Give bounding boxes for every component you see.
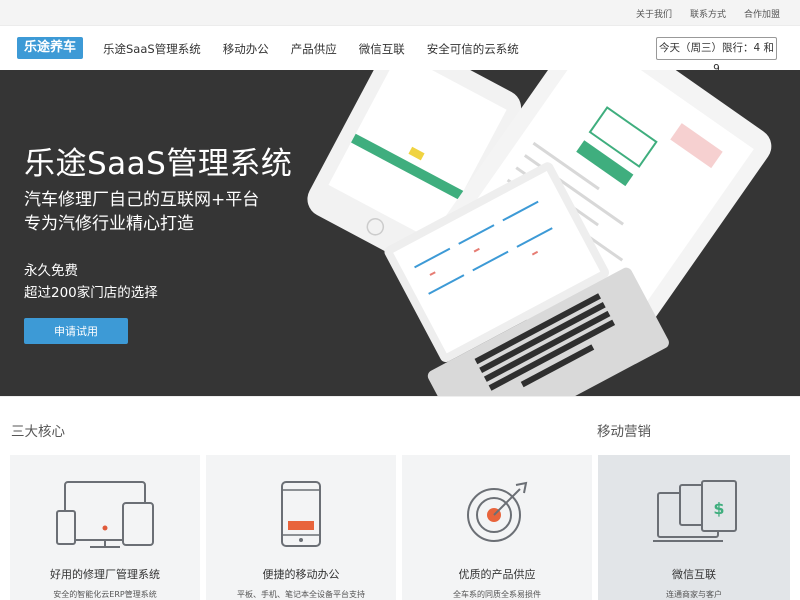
- main-navbar: 乐途养车 乐途SaaS管理系统 移动办公 产品供应 微信互联 安全可信的云系统 …: [0, 26, 800, 75]
- feature-card-supply[interactable]: 优质的产品供应 全车系的同质全系易损件: [402, 455, 592, 600]
- feature-card-wechat[interactable]: $ 微信互联 连通商家与客户: [598, 455, 790, 600]
- feature-card-erp[interactable]: 好用的修理厂管理系统 安全的智能化云ERP管理系统: [10, 455, 200, 600]
- top-utility-bar: 关于我们 联系方式 合作加盟: [0, 0, 800, 26]
- devices-icon: [56, 481, 154, 548]
- section-title-marketing: 移动营销: [597, 424, 651, 440]
- hero-subtitle-line-2: 专为汽修行业精心打造: [24, 214, 194, 234]
- phone-icon: [281, 481, 321, 547]
- hero-banner: 乐途SaaS管理系统 汽车修理厂自己的互联网+平台 专为汽修行业精心打造 永久免…: [0, 70, 800, 396]
- hero-title: 乐途SaaS管理系统: [24, 146, 293, 182]
- card-desc: 平板、手机、笔记本全设备平台支持: [237, 590, 365, 599]
- card-desc: 连通商家与客户: [666, 590, 722, 599]
- card-title: 便捷的移动办公: [262, 568, 340, 581]
- section-divider: [0, 396, 800, 397]
- traffic-limit-badge: 今天（周三）限行：4 和 9: [656, 37, 777, 75]
- franchise-link[interactable]: 合作加盟: [744, 7, 780, 20]
- nav-menu: 乐途SaaS管理系统 移动办公 产品供应 微信互联 安全可信的云系统: [103, 41, 519, 57]
- nav-item-wechat[interactable]: 微信互联: [359, 41, 405, 57]
- feature-card-mobile[interactable]: 便捷的移动办公 平板、手机、笔记本全设备平台支持: [206, 455, 396, 600]
- card-desc: 全车系的同质全系易损件: [453, 590, 541, 599]
- nav-item-cloud[interactable]: 安全可信的云系统: [427, 41, 519, 57]
- hero-free-note: 永久免费 超过200家门店的选择: [24, 260, 158, 304]
- nav-item-mobile-office[interactable]: 移动办公: [223, 41, 269, 57]
- about-us-link[interactable]: 关于我们: [636, 7, 672, 20]
- card-title: 好用的修理厂管理系统: [50, 568, 160, 581]
- apply-trial-button[interactable]: 申请试用: [24, 318, 128, 344]
- nav-item-saas[interactable]: 乐途SaaS管理系统: [103, 41, 201, 57]
- top-links: 关于我们 联系方式 合作加盟: [636, 7, 780, 20]
- svg-text:$: $: [713, 499, 724, 518]
- section-title-core: 三大核心: [11, 424, 65, 440]
- hero-free-line-1: 永久免费: [24, 263, 78, 279]
- nav-item-product-supply[interactable]: 产品供应: [291, 41, 337, 57]
- brand-logo[interactable]: 乐途养车: [17, 37, 83, 59]
- hero-subtitle-line-1: 汽车修理厂自己的互联网+平台: [24, 190, 260, 210]
- contact-link[interactable]: 联系方式: [690, 7, 726, 20]
- card-desc: 安全的智能化云ERP管理系统: [53, 590, 157, 599]
- target-icon: [467, 481, 528, 542]
- hero-subtitle: 汽车修理厂自己的互联网+平台 专为汽修行业精心打造: [24, 188, 259, 236]
- card-title: 微信互联: [672, 568, 716, 581]
- hero-free-line-2: 超过200家门店的选择: [24, 285, 158, 301]
- card-title: 优质的产品供应: [458, 568, 536, 581]
- wechat-devices-icon: $: [653, 480, 737, 542]
